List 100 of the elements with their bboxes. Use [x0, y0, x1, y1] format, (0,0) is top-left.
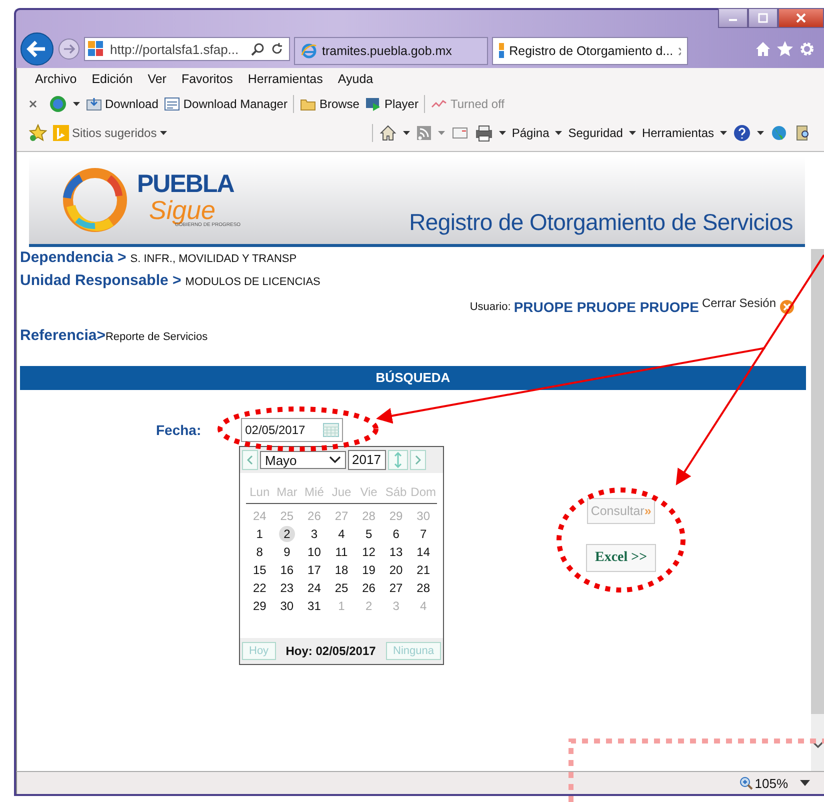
calendar-day[interactable]: 20 [382, 562, 410, 578]
toolbar-button[interactable]: Download [105, 97, 158, 111]
month-select[interactable]: Mayo [260, 451, 346, 469]
chevron-down-icon[interactable] [812, 741, 824, 749]
menu-item[interactable]: Edición [92, 72, 133, 86]
calendar-day[interactable]: 16 [273, 562, 301, 578]
calendar-day[interactable]: 2 [279, 526, 295, 542]
list-window-icon[interactable] [164, 97, 180, 111]
player-icon[interactable] [365, 97, 382, 111]
home-icon[interactable] [378, 124, 397, 142]
calendar-day[interactable]: 13 [382, 544, 410, 560]
calendar-day[interactable]: 28 [410, 580, 437, 596]
dropdown-arrow-icon[interactable] [720, 131, 727, 135]
zoom-level[interactable]: 105% [754, 776, 788, 790]
settings-icon[interactable] [798, 40, 816, 58]
feed-icon[interactable] [416, 125, 432, 141]
weekday-label: Mar [276, 485, 298, 499]
user-name: PRUOPE PRUOPE PRUOPE [514, 299, 699, 315]
globe-icon[interactable] [770, 124, 788, 142]
calendar-day[interactable]: 17 [300, 562, 328, 578]
star-icon[interactable] [776, 40, 794, 58]
browser-logo-icon [301, 43, 317, 59]
calendar-day[interactable]: 3 [300, 526, 328, 542]
menu-item[interactable]: Favoritos [181, 72, 233, 86]
browser-tab[interactable]: tramites.puebla.gob.mx [294, 37, 488, 65]
folder-icon[interactable] [300, 97, 316, 111]
calendar-day[interactable]: 4 [328, 526, 356, 542]
command-menu[interactable]: Seguridad [568, 126, 623, 140]
command-menu[interactable]: Página [512, 126, 550, 140]
user-label: Usuario: [470, 301, 511, 313]
site-icon [88, 41, 104, 57]
weekday-label: Sáb [384, 485, 408, 499]
calendar-day[interactable]: 22 [246, 580, 274, 596]
calendar-day[interactable]: 1 [246, 526, 274, 542]
calendar-day[interactable]: 24 [300, 580, 328, 596]
calendar-day[interactable]: 11 [328, 544, 356, 560]
favorites-add-icon[interactable] [29, 124, 47, 142]
weekday-label: Vie [359, 485, 378, 499]
calendar-day[interactable]: 12 [355, 544, 382, 560]
calendar-day[interactable]: 5 [355, 526, 382, 542]
zoom-icon[interactable] [738, 776, 753, 790]
suggested-sites-link[interactable]: Sitios sugeridos [72, 126, 157, 140]
calendar-day[interactable]: 14 [410, 544, 437, 560]
bing-icon [53, 125, 69, 141]
menu-item[interactable]: Ayuda [338, 72, 374, 86]
calendar-day[interactable]: 9 [273, 544, 301, 560]
calendar-day[interactable]: 31 [300, 598, 328, 614]
maximize-button[interactable] [748, 8, 778, 28]
calendar-day[interactable]: 10 [300, 544, 328, 560]
help-icon[interactable] [733, 124, 751, 142]
reference-value: Reporte de Servicios [105, 331, 208, 343]
calendar-day[interactable]: 18 [328, 562, 356, 578]
logout-link[interactable]: Cerrar Sesión [702, 296, 776, 310]
calendar-day[interactable]: 25 [328, 580, 356, 596]
dropdown-arrow-icon[interactable] [73, 102, 80, 106]
command-menu[interactable]: Herramientas [642, 126, 714, 140]
date-field[interactable]: 02/05/2017 [241, 418, 344, 442]
refresh-icon[interactable] [271, 42, 283, 56]
dropdown-arrow-icon[interactable] [628, 131, 636, 135]
download-icon[interactable] [86, 97, 102, 111]
dropdown-arrow-icon[interactable] [555, 131, 562, 135]
calendar-day[interactable]: 15 [246, 562, 274, 578]
weekday-label: Dom [410, 485, 437, 499]
dropdown-arrow-icon[interactable] [402, 131, 410, 135]
calendar-day[interactable]: 27 [382, 580, 410, 596]
calendar-day[interactable]: 23 [273, 580, 301, 596]
calendar-day[interactable]: 26 [355, 580, 382, 596]
calendar-day[interactable]: 19 [355, 562, 382, 578]
globe-icon[interactable] [49, 95, 67, 113]
calendar-day[interactable]: 29 [246, 598, 274, 614]
chevron-right-icon [415, 455, 421, 465]
back-button[interactable] [20, 32, 54, 66]
export-button[interactable]: Excel >> [586, 544, 656, 572]
toolbar-button[interactable]: Player [384, 97, 418, 111]
dropdown-arrow-icon[interactable] [498, 131, 506, 135]
dropdown-arrow-icon[interactable] [800, 780, 810, 786]
calendar-day[interactable]: 8 [246, 544, 274, 560]
minimize-button[interactable] [718, 8, 748, 28]
calendar-day[interactable]: 6 [382, 526, 410, 542]
menu-item[interactable]: Herramientas [248, 72, 323, 86]
chevron-down-icon [329, 456, 341, 464]
calendar-day[interactable]: 21 [410, 562, 437, 578]
menu-item[interactable]: Ver [148, 72, 166, 86]
info-value: MODULOS DE LICENCIAS [185, 276, 320, 288]
close-button[interactable] [778, 8, 824, 28]
dropdown-arrow-icon[interactable] [757, 131, 764, 135]
toolbar-button[interactable]: Download Manager [183, 97, 288, 111]
calendar-day[interactable]: 7 [410, 526, 437, 542]
scrollbar[interactable] [811, 249, 824, 771]
toolbar-button[interactable]: Browse [319, 97, 360, 111]
calendar-day[interactable]: 30 [273, 598, 301, 614]
chevron-left-icon [247, 455, 253, 465]
menu-item[interactable]: Archivo [35, 72, 77, 86]
print-icon[interactable] [474, 124, 493, 142]
browser-tab[interactable]: Registro de Otorgamiento d... [492, 37, 688, 65]
year-field[interactable]: 2017 [348, 450, 386, 470]
info-label: Dependencia > [20, 249, 126, 266]
search-icon[interactable] [251, 42, 265, 56]
logo-slogan: Sigue [149, 197, 216, 223]
dropdown-arrow-icon[interactable] [160, 131, 167, 135]
